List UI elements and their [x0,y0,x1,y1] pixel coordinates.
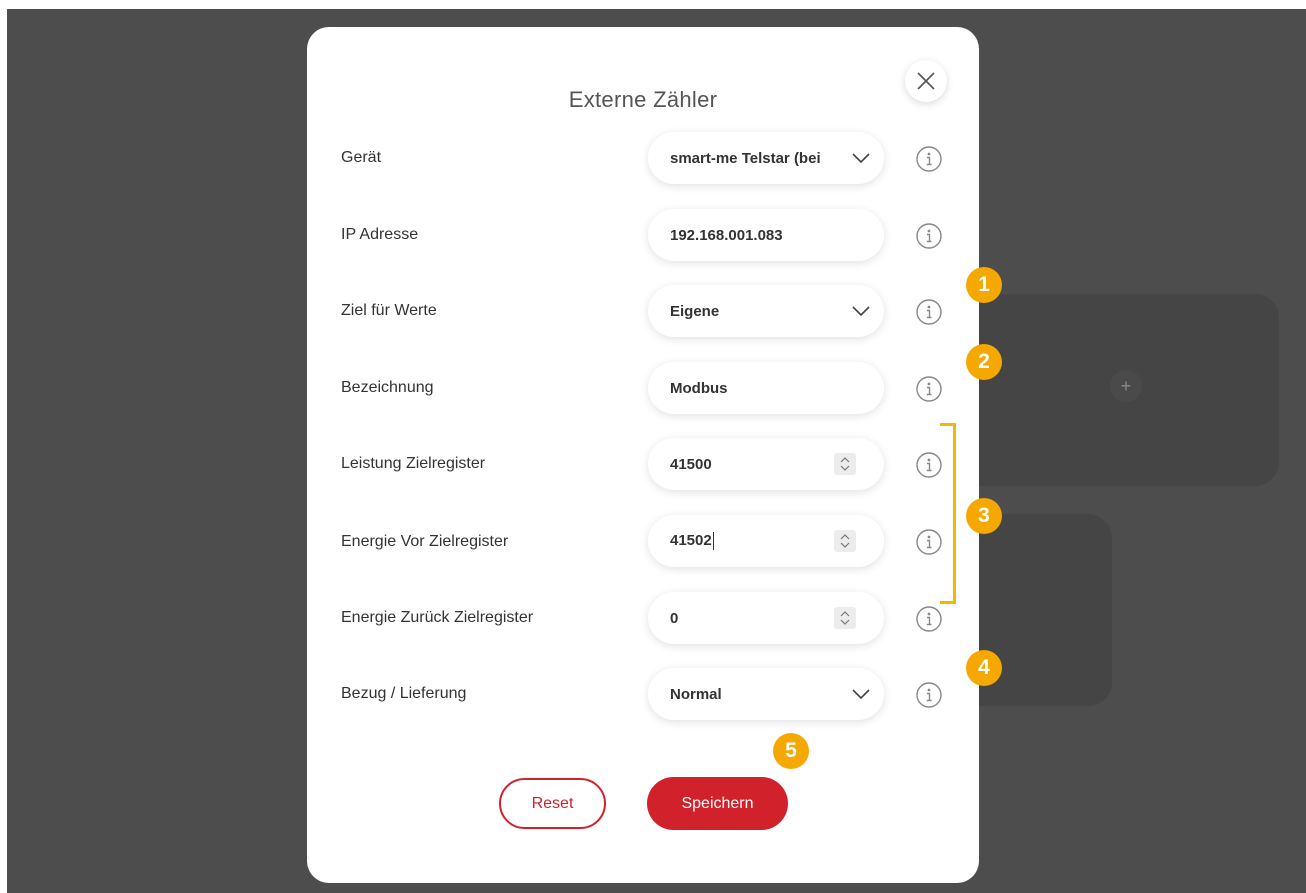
info-icon[interactable] [915,222,943,250]
energie-vor-value-wrap: 41502 [670,531,834,551]
dialog-title: Externe Zähler [568,87,718,112]
ziel-label: Ziel für Werte [341,302,437,319]
number-stepper[interactable] [834,607,856,629]
stepper-arrows-icon [840,534,850,548]
bezeichnung-value: Modbus [670,379,728,397]
energie-vor-label: Energie Vor Zielregister [341,533,509,550]
geraet-value: smart-me Telstar (bei [670,149,821,167]
number-stepper[interactable] [834,453,856,475]
leistung-number-input[interactable]: 41500 [648,438,884,490]
info-icon[interactable] [915,605,943,633]
energie-vor-value: 41502 [670,531,712,549]
text-cursor [712,532,714,551]
leistung-label: Leistung Zielregister [341,455,486,472]
reset-button[interactable]: Reset [499,778,606,829]
ip-value: 192.168.001.083 [670,226,783,244]
stepper-arrows-icon [840,457,850,471]
close-icon [917,72,935,90]
bezeichnung-label: Bezeichnung [341,379,434,396]
ziel-select[interactable]: Eigene [648,285,884,337]
background-add-button: + [1110,370,1142,402]
number-stepper[interactable] [834,530,856,552]
geraet-label: Gerät [341,149,382,166]
chevron-down-icon [852,689,870,700]
energie-vor-number-input[interactable]: 41502 [648,515,884,567]
annotation-bracket [940,423,956,604]
energie-zurueck-value: 0 [670,609,679,627]
bezug-value: Normal [670,685,722,703]
chevron-down-icon [852,153,870,164]
info-icon[interactable] [915,375,943,403]
ip-label: IP Adresse [341,226,419,243]
leistung-value: 41500 [670,455,712,473]
background-card [930,294,1279,486]
bezeichnung-input[interactable]: Modbus [648,362,884,414]
info-icon[interactable] [915,145,943,173]
ip-input[interactable]: 192.168.001.083 [648,209,884,261]
close-button[interactable] [905,60,947,102]
annotation-badge-2: 2 [966,344,1002,380]
bezug-select[interactable]: Normal [648,668,884,720]
geraet-select[interactable]: smart-me Telstar (bei [648,132,884,184]
chevron-down-icon [852,306,870,317]
stepper-arrows-icon [840,611,850,625]
energie-zurueck-label: Energie Zurück Zielregister [341,609,534,626]
info-icon[interactable] [915,681,943,709]
annotation-badge-3: 3 [966,498,1002,534]
info-icon[interactable] [915,451,943,479]
info-icon[interactable] [915,298,943,326]
save-button[interactable]: Speichern [647,777,788,830]
energie-zurueck-number-input[interactable]: 0 [648,592,884,644]
annotation-badge-5: 5 [773,733,809,769]
info-icon[interactable] [915,528,943,556]
annotation-badge-1: 1 [966,267,1002,303]
ziel-value: Eigene [670,302,720,320]
annotation-badge-4: 4 [966,650,1002,686]
bezug-label: Bezug / Lieferung [341,685,467,702]
